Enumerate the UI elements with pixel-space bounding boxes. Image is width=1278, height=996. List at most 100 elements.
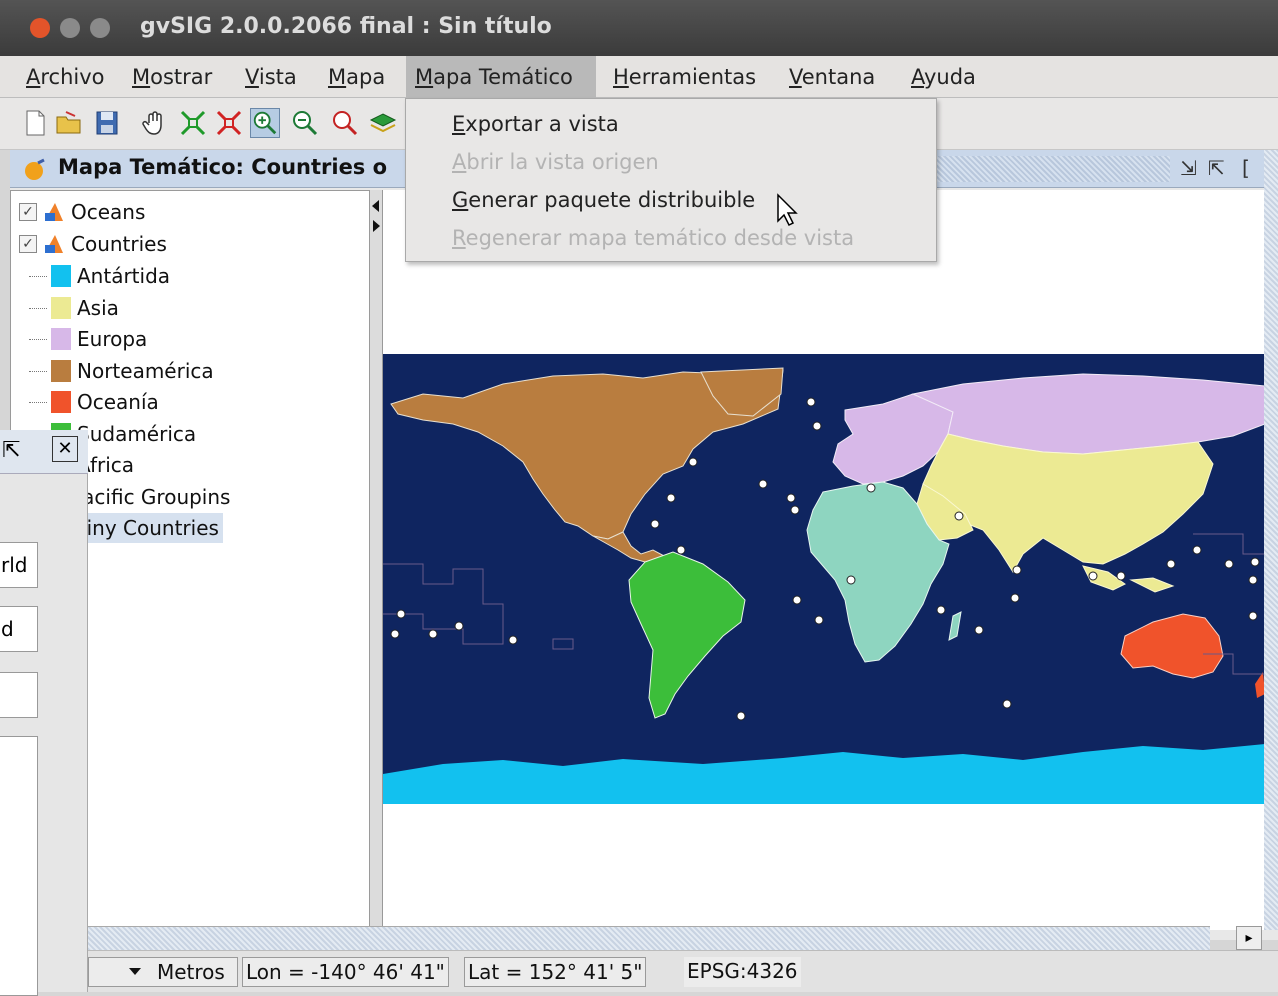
menu-mapa[interactable]: Mapa <box>319 56 394 98</box>
text-field-value: rld <box>1 553 28 577</box>
menu-label: enerar paquete distribuible <box>468 188 756 212</box>
legend-swatch <box>51 296 71 319</box>
layer-label: Pacific Groupins <box>71 485 231 509</box>
zoom-extent-icon[interactable] <box>214 108 244 138</box>
layer-icon <box>45 235 63 253</box>
layer-icon <box>45 203 63 221</box>
menu-herramientas[interactable]: Herramientas <box>604 56 765 98</box>
minimize-frame-icon[interactable]: ⇲ <box>1180 156 1197 180</box>
legend-swatch <box>51 359 71 382</box>
tree-connector <box>29 307 47 309</box>
zoom-out-icon[interactable] <box>290 108 320 138</box>
layer-visibility-checkbox[interactable]: ✓ <box>19 235 37 253</box>
menu-accel: R <box>452 226 466 250</box>
map-view[interactable] <box>382 190 1265 930</box>
dropdown-arrow-icon <box>129 968 141 975</box>
text-field-value: d <box>1 617 14 641</box>
new-file-icon[interactable] <box>20 108 50 138</box>
layer-label: Countries <box>71 232 167 256</box>
menu-label: yuda <box>923 65 976 89</box>
menu-accel: G <box>452 188 469 212</box>
menu-label: egenerar mapa temático desde vista <box>465 226 855 250</box>
maximize-window-button[interactable] <box>90 18 110 38</box>
close-window-button[interactable] <box>30 18 50 38</box>
menu-accel: H <box>613 65 629 89</box>
horizontal-scrollbar[interactable] <box>88 926 1210 950</box>
thematic-map-icon <box>25 158 45 180</box>
menu-archivo[interactable]: Archivo <box>17 56 114 98</box>
mapa-tematico-dropdown: Exportar a vista Abrir la vista origen G… <box>405 98 937 262</box>
layer-label: Oceans <box>71 200 146 224</box>
vertical-scrollbar[interactable] <box>1264 150 1278 930</box>
tree-connector <box>29 276 47 277</box>
legend-label: Oceanía <box>77 390 159 414</box>
menu-accel: E <box>452 112 466 136</box>
left-floating-window: ⇱ ✕ rld d <box>0 430 88 996</box>
menu-mostrar[interactable]: Mostrar <box>123 56 221 98</box>
menu-accel: A <box>911 65 924 89</box>
layer-label: Tiny Countries <box>71 513 223 543</box>
window-title: gvSIG 2.0.0.2066 final : Sin título <box>140 14 552 39</box>
left-window-header: ⇱ ✕ <box>0 430 88 474</box>
legend-swatch <box>51 265 71 287</box>
menu-label: erramientas <box>628 65 757 89</box>
maximize-frame-icon[interactable]: ⇱ <box>1208 156 1225 180</box>
minimize-window-button[interactable] <box>60 18 80 38</box>
text-field[interactable]: d <box>0 606 38 652</box>
units-dropdown[interactable]: Metros <box>88 957 238 987</box>
text-field[interactable] <box>0 672 38 718</box>
menu-label: apa <box>346 65 386 89</box>
tree-connector <box>29 339 47 340</box>
menu-mapa-tematico[interactable]: Mapa Temático <box>406 56 596 98</box>
zoom-full-icon[interactable] <box>178 108 208 138</box>
menu-label: xportar a vista <box>465 112 619 136</box>
menu-item-abrir-la-vista-origen[interactable]: Abrir la vista origen <box>452 143 659 181</box>
units-value: Metros <box>157 960 225 984</box>
menu-label: rchivo <box>40 65 105 89</box>
layer-visibility-checkbox[interactable]: ✓ <box>19 203 37 221</box>
zoom-in-icon[interactable] <box>250 108 280 138</box>
status-bar: Metros Lon = -140° 46' 41" Lat = 152° 41… <box>88 950 1278 992</box>
collapse-right-icon[interactable] <box>373 220 380 232</box>
legend-swatch <box>51 328 71 350</box>
menu-ayuda[interactable]: Ayuda <box>902 56 985 98</box>
save-icon[interactable] <box>92 108 122 138</box>
zoom-select-icon[interactable] <box>330 108 360 138</box>
menu-label: brir la vista origen <box>466 150 659 174</box>
scroll-right-icon[interactable]: ▸ <box>1236 926 1262 950</box>
pan-hand-icon[interactable] <box>140 108 170 138</box>
menu-label: apa Temático <box>433 65 573 89</box>
close-icon[interactable]: ✕ <box>52 436 78 462</box>
text-field[interactable]: rld <box>0 542 38 588</box>
close-frame-icon[interactable]: [ <box>1242 156 1250 180</box>
menu-accel: A <box>26 65 41 89</box>
collapse-left-icon[interactable] <box>372 200 379 212</box>
world-map[interactable] <box>383 354 1265 804</box>
legend-label: Antártida <box>77 264 171 288</box>
latitude-readout: Lat = 152° 41' 5" <box>464 957 647 987</box>
tree-connector <box>29 402 47 403</box>
longitude-readout: Lon = -140° 46' 41" <box>242 957 449 987</box>
legend-label: Europa <box>77 327 148 351</box>
menu-label: ista <box>258 65 297 89</box>
legend-label: Asia <box>77 295 119 320</box>
text-area[interactable] <box>0 736 38 996</box>
legend-swatch <box>51 391 71 413</box>
menu-bar: Archivo Mostrar Vista Mapa Mapa Temático… <box>0 56 1278 98</box>
menu-item-generar-paquete-distribuible[interactable]: Generar paquete distribuible <box>452 181 755 219</box>
menu-accel: M <box>328 65 347 89</box>
tree-connector <box>29 370 47 372</box>
menu-label: ostrar <box>150 65 213 89</box>
menu-vista[interactable]: Vista <box>236 56 306 98</box>
layers-icon[interactable] <box>368 108 398 138</box>
menu-accel: M <box>415 65 434 89</box>
menu-item-exportar-a-vista[interactable]: Exportar a vista <box>452 105 619 143</box>
open-folder-icon[interactable] <box>54 108 84 138</box>
title-bar: gvSIG 2.0.0.2066 final : Sin título <box>0 0 1278 56</box>
menu-accel: V <box>245 65 259 89</box>
menu-ventana[interactable]: Ventana <box>780 56 884 98</box>
menu-accel: V <box>789 65 802 89</box>
toc-splitter[interactable] <box>370 190 382 930</box>
menu-accel: M <box>132 65 151 89</box>
maximize-icon[interactable]: ⇱ <box>2 438 20 463</box>
